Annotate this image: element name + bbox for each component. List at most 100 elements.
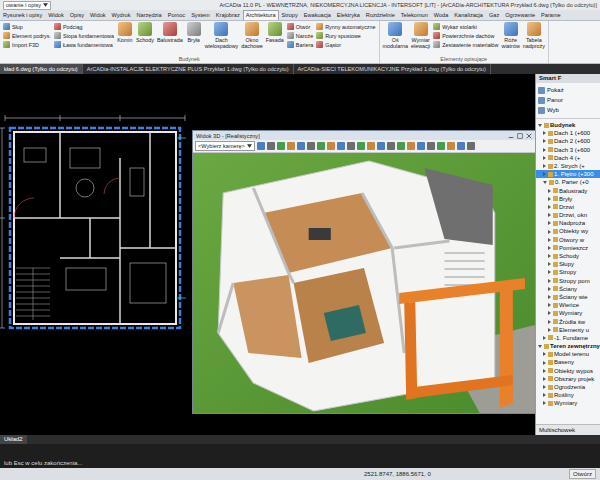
ribbon-small-button[interactable]: Bariera [287, 40, 313, 49]
status-button[interactable]: Otwórz [569, 469, 596, 479]
tree-item[interactable]: Teren zewnętrzny [536, 342, 600, 350]
tree-item[interactable]: Balustrady [536, 187, 600, 195]
ribbon-small-button[interactable]: Wykaz stolarki [433, 22, 498, 31]
maximize-icon[interactable] [517, 133, 523, 139]
view-tool-icon[interactable] [367, 142, 375, 150]
tree-item[interactable]: Obiekty wypos [536, 367, 600, 375]
tree-item[interactable]: Stropy pom [536, 277, 600, 285]
expand-arrow-icon[interactable] [548, 303, 551, 307]
view-tool-icon[interactable] [267, 142, 275, 150]
view-tool-icon[interactable] [277, 142, 285, 150]
ribbon-button[interactable]: Dach wielospadowy [204, 22, 240, 49]
expand-arrow-icon[interactable] [538, 345, 542, 348]
ribbon-small-button[interactable]: Element podrys. [3, 31, 51, 40]
ribbon-small-button[interactable]: Rynny automatyczne [316, 22, 375, 31]
tree-item[interactable]: Drzwi [536, 203, 600, 211]
tree-item[interactable]: Obiekty wy [536, 227, 600, 235]
ribbon-button[interactable]: Róże wiatrów [501, 22, 521, 49]
view-tool-icon[interactable] [327, 142, 335, 150]
expand-arrow-icon[interactable] [543, 164, 546, 168]
ribbon-button[interactable]: Balustrada [156, 22, 184, 43]
ribbon-tab[interactable]: Parame [538, 10, 564, 20]
view-tool-icon[interactable] [347, 142, 355, 150]
tree-item[interactable]: Nadproża [536, 219, 600, 227]
expand-arrow-icon[interactable] [543, 361, 546, 365]
tree-item[interactable]: Wymiary [536, 399, 600, 407]
expand-arrow-icon[interactable] [548, 279, 551, 283]
tree-item[interactable]: Dach 1 (+600 [536, 129, 600, 137]
tree-item[interactable]: Rośliny [536, 391, 600, 399]
document-tab[interactable]: ArCADia-INSTALACJE ELEKTRYCZNE PLUS Przy… [83, 64, 294, 74]
ribbon-small-button[interactable]: Słup [3, 22, 51, 31]
panel-bottom-tab[interactable]: Multischowek [536, 424, 600, 435]
tree-item[interactable]: Słupy [536, 260, 600, 268]
tree-item[interactable]: Schody [536, 252, 600, 260]
expand-arrow-icon[interactable] [548, 262, 551, 266]
expand-arrow-icon[interactable] [548, 221, 551, 225]
expand-arrow-icon[interactable] [548, 230, 551, 234]
ribbon-button[interactable]: Schody [135, 22, 155, 43]
tree-item[interactable]: Dach 4 (+ [536, 154, 600, 162]
tree-item[interactable]: Obszary projek [536, 375, 600, 383]
ribbon-tab[interactable]: Kanalizacja [451, 10, 486, 20]
view-tool-icon[interactable] [357, 142, 365, 150]
view-3d-title-bar[interactable]: Widok 3D - [Realistyczny] [193, 131, 535, 140]
ribbon-tab[interactable]: Gaz [486, 10, 502, 20]
ribbon-small-button[interactable]: Rury spustowe [316, 31, 375, 40]
tree-item[interactable]: 2. Strych (+ [536, 162, 600, 170]
tree-item[interactable]: Stropy [536, 268, 600, 276]
view-tool-icon[interactable] [417, 142, 425, 150]
ribbon-tab[interactable]: Telekomun [398, 10, 431, 20]
expand-arrow-icon[interactable] [548, 287, 551, 291]
ribbon-tab[interactable]: Stropy [279, 10, 301, 20]
document-tab[interactable]: kład 6.dwg (Tylko do odczytu) [0, 64, 83, 74]
view-tool-icon[interactable] [387, 142, 395, 150]
ribbon-small-button[interactable]: Stopa fundamentowa [54, 31, 114, 40]
view-tool-icon[interactable] [307, 142, 315, 150]
ribbon-small-button[interactable]: Gąsior [316, 40, 375, 49]
tree-item[interactable]: 0. Parter (+0 [536, 178, 600, 186]
expand-arrow-icon[interactable] [548, 213, 551, 217]
tree-item[interactable]: Wieńce [536, 301, 600, 309]
ribbon-button[interactable]: Bryła [185, 22, 203, 43]
tree-item[interactable]: 1. Piętro (+300 [536, 170, 600, 178]
tree-item[interactable]: Dach 3 (+600 [536, 146, 600, 154]
ribbon-tab[interactable]: Ewakuacja [301, 10, 334, 20]
expand-arrow-icon[interactable] [548, 246, 551, 250]
expand-arrow-icon[interactable] [548, 311, 551, 315]
ribbon-tab[interactable]: Widok [87, 10, 109, 20]
ribbon-small-button[interactable]: Zestawienie materiałów [433, 40, 498, 49]
expand-arrow-icon[interactable] [543, 352, 546, 356]
expand-arrow-icon[interactable] [543, 377, 546, 381]
tree-item[interactable]: -1. Fundame [536, 334, 600, 342]
minimize-icon[interactable] [508, 133, 514, 139]
tree-item[interactable]: Bryły [536, 195, 600, 203]
panel-button[interactable]: Wyb [538, 105, 598, 115]
view-tool-icon[interactable] [447, 142, 455, 150]
camera-select[interactable]: <Wybierz kamerę> [195, 141, 255, 151]
ribbon-tab[interactable]: Rozdzielnie [363, 10, 398, 20]
ribbon-tab[interactable]: Ogrzewanie [502, 10, 538, 20]
ribbon-small-button[interactable]: Ława fundamentowa [54, 40, 114, 49]
tree-item[interactable]: Baseny [536, 358, 600, 366]
view-tool-icon[interactable] [407, 142, 415, 150]
close-icon[interactable] [526, 133, 532, 139]
view-tool-icon[interactable] [297, 142, 305, 150]
expand-arrow-icon[interactable] [543, 181, 547, 184]
ribbon-tab[interactable]: Elektryka [334, 10, 363, 20]
ribbon-button[interactable]: Wymiar elewacji [410, 22, 431, 49]
expand-arrow-icon[interactable] [548, 189, 551, 193]
expand-arrow-icon[interactable] [548, 197, 551, 201]
tree-item[interactable]: Model terenu [536, 350, 600, 358]
expand-arrow-icon[interactable] [548, 295, 551, 299]
ribbon-tab[interactable]: Rysunek i opisy [0, 10, 45, 20]
view-3d-window[interactable]: Widok 3D - [Realistyczny]<Wybierz kamerę… [192, 130, 535, 414]
view-tool-icon[interactable] [377, 142, 385, 150]
tree-item[interactable]: Otwory w [536, 236, 600, 244]
ribbon-small-button[interactable]: Otwór [287, 22, 313, 31]
view-tool-icon[interactable] [317, 142, 325, 150]
expand-arrow-icon[interactable] [543, 139, 546, 143]
ribbon-button[interactable]: Fasada [265, 22, 285, 43]
expand-arrow-icon[interactable] [543, 401, 546, 405]
expand-arrow-icon[interactable] [543, 148, 546, 152]
